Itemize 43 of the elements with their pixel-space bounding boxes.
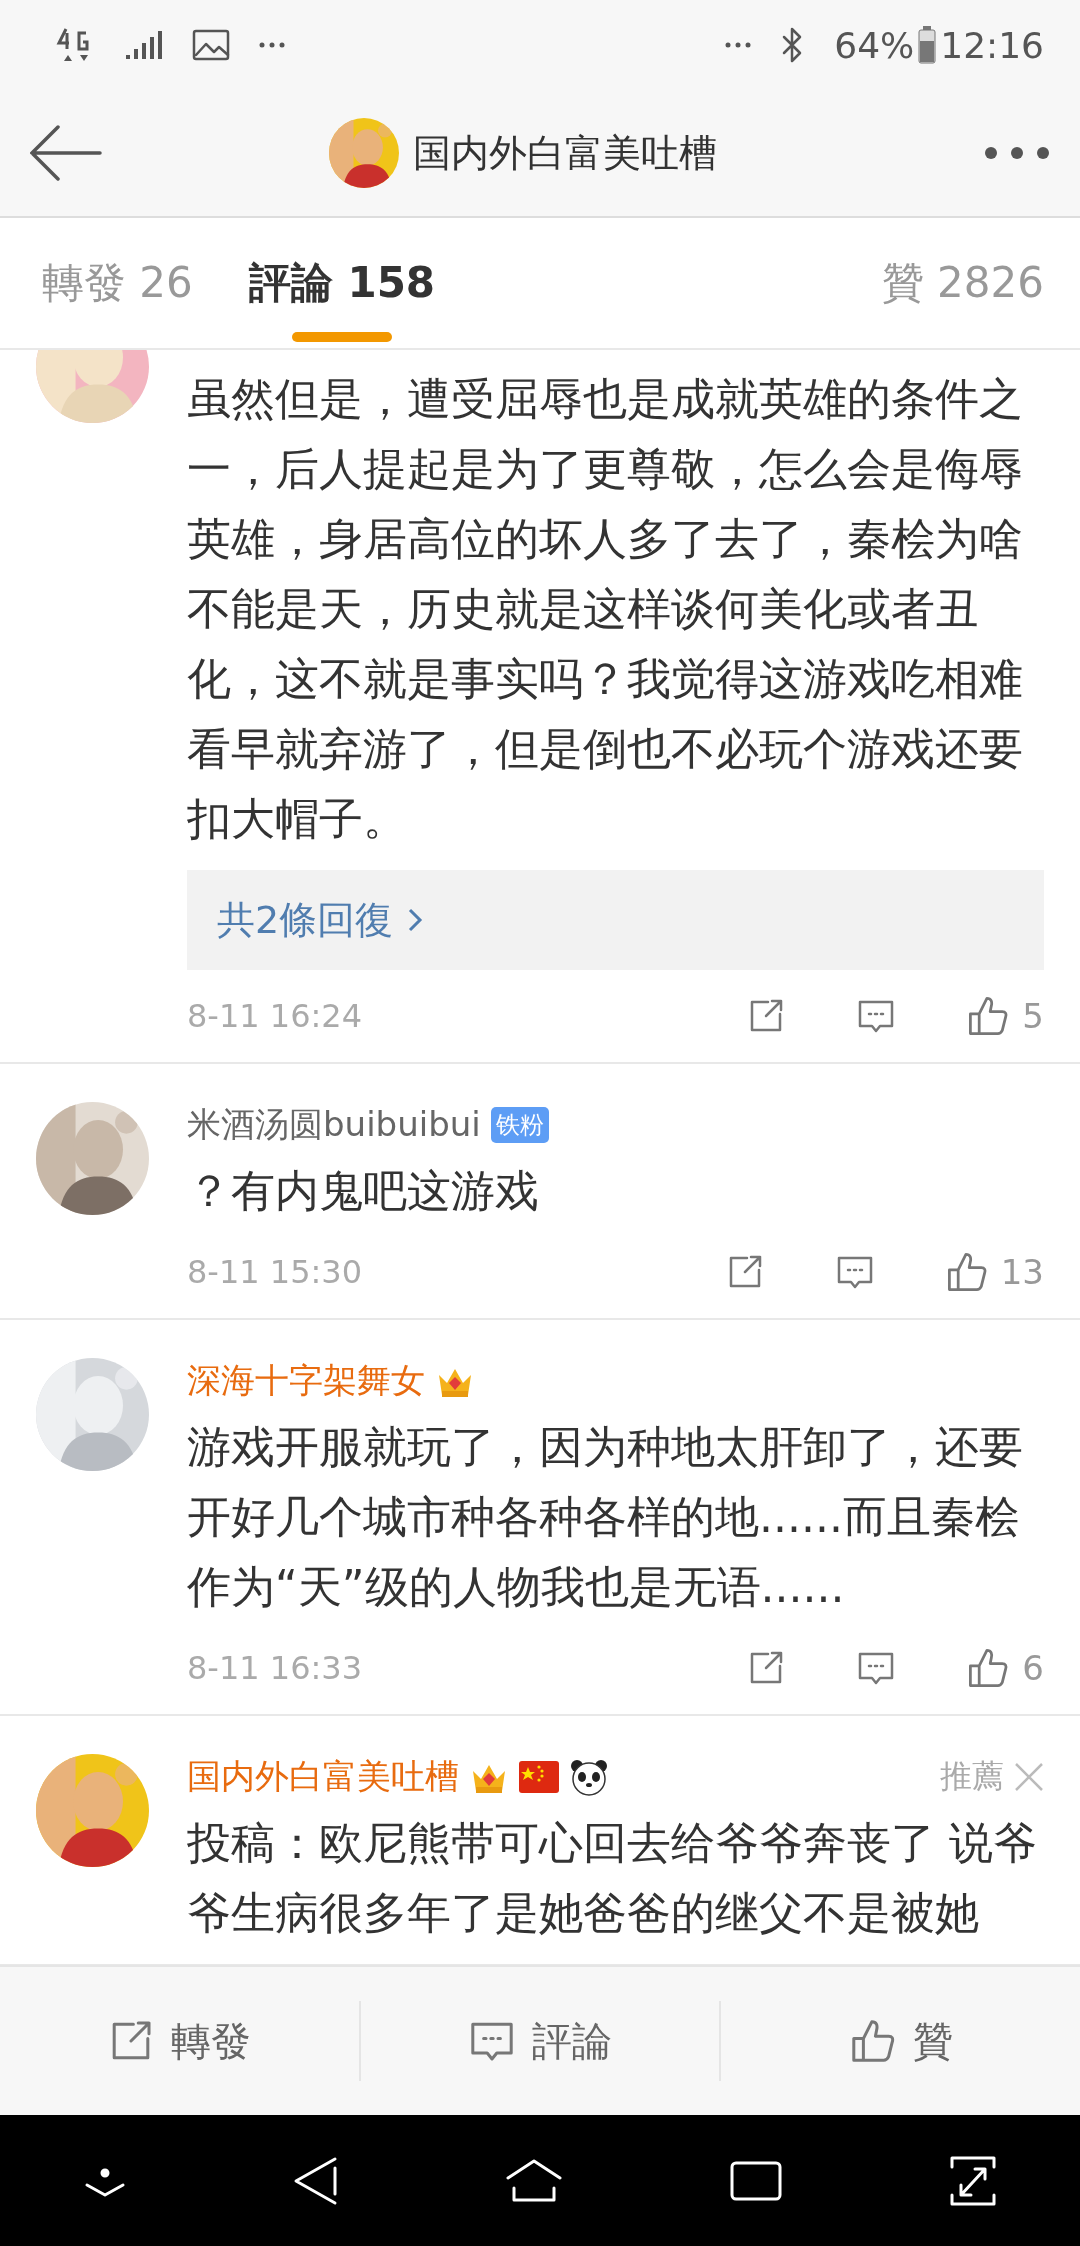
tab[interactable]: 轉發 26 (42, 218, 193, 348)
more-button[interactable] (984, 146, 1050, 160)
tab[interactable]: 評論 158 (248, 218, 436, 348)
image-icon (192, 29, 230, 61)
home-button[interactable] (505, 2157, 563, 2204)
user-name[interactable]: 米酒汤圆buibuibui (187, 1102, 481, 1148)
comment-text: 投稿：欧尼熊带可心回去给爷爷奔丧了 说爷爷生病很多年了是她爸爸的继父不是被她 (187, 1816, 1038, 1940)
panda-icon (569, 1758, 609, 1796)
back-button[interactable] (30, 125, 102, 181)
comment-date: 8-11 16:33 (187, 1649, 362, 1687)
like-button[interactable]: 13 (944, 1250, 1044, 1294)
clock: 12:16 (940, 24, 1044, 66)
tab[interactable]: 贊 2826 (881, 218, 1044, 348)
flag-icon (519, 1761, 559, 1793)
user-name[interactable]: 国内外白富美吐槽 (187, 1754, 459, 1800)
more-icon (258, 41, 286, 49)
comment-button[interactable]: 評論 (358, 2001, 720, 2081)
battery-percent: 64% (834, 24, 915, 66)
recents-button[interactable] (729, 2159, 783, 2202)
back-arrow-icon (30, 125, 102, 181)
chevron-right-icon (407, 907, 424, 933)
more-icon (724, 41, 753, 49)
back-icon (293, 2155, 339, 2206)
like-button[interactable]: 贊 (719, 2001, 1080, 2081)
comment-date: 8-11 16:24 (187, 997, 362, 1035)
comment-date: 8-11 15:30 (187, 1253, 362, 1291)
more-icon (984, 146, 1050, 160)
back-button[interactable] (293, 2155, 339, 2206)
recommend-label: 推薦 (940, 1756, 1004, 1797)
comment-text: 虽然但是，遭受屈辱也是成就英雄的条件之一，后人提起是为了更尊敬，怎么会是侮辱英雄，身居高位的坏人多了去了，秦桧为啥不能是天，历史就是这样谈何美化或者丑化，这不就是事实吗？我觉得这游戏吃相难看早就弃游了，但是倒也不必玩个游戏还要扣大帽子。 (187, 372, 1024, 846)
share-button[interactable]: 轉發 (0, 2001, 359, 2081)
user-name[interactable]: 深海十字架舞女 (187, 1358, 425, 1404)
page-title: 国内外白富美吐槽 (413, 129, 717, 177)
fan-badge: 铁粉 (490, 1107, 549, 1143)
home-icon (505, 2157, 563, 2204)
like-button[interactable]: 6 (966, 1646, 1044, 1690)
recents-icon (729, 2159, 783, 2202)
comment-text: 游戏开服就玩了，因为种地太肝卸了，还要开好几个城市种各种各样的地......而且秦桧作为“天”级的人物我也是无语...... (187, 1420, 1024, 1614)
signal-icon (124, 29, 164, 61)
comment-text: ？有内鬼吧这游戏 (187, 1164, 540, 1218)
replies-link[interactable]: 共2條回復 (187, 870, 1044, 970)
battery-icon (918, 26, 937, 64)
like-button[interactable]: 5 (966, 994, 1044, 1038)
